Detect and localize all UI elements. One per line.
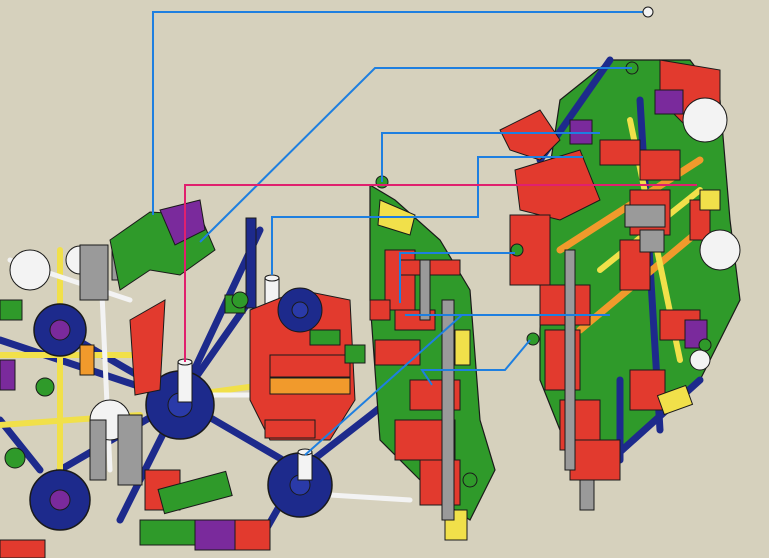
- blue-vertical-rod: [245, 217, 257, 309]
- leader-endpoints: [642, 6, 654, 18]
- leader-endpoint-circle: [642, 6, 654, 18]
- hub-left-top: [33, 303, 87, 357]
- cad-viewport: [0, 0, 769, 558]
- pin-center: [177, 358, 193, 403]
- orange-pieces-left: [79, 344, 95, 376]
- tower-assembly: [369, 175, 496, 541]
- pin-middle-bottom: [297, 448, 313, 481]
- knex-model-render: [0, 6, 741, 558]
- blue-gear-middle: [277, 287, 323, 333]
- right-wheel-assembly: [499, 56, 741, 511]
- hub-left-bottom: [29, 469, 91, 531]
- orange-block-middle: [269, 377, 351, 395]
